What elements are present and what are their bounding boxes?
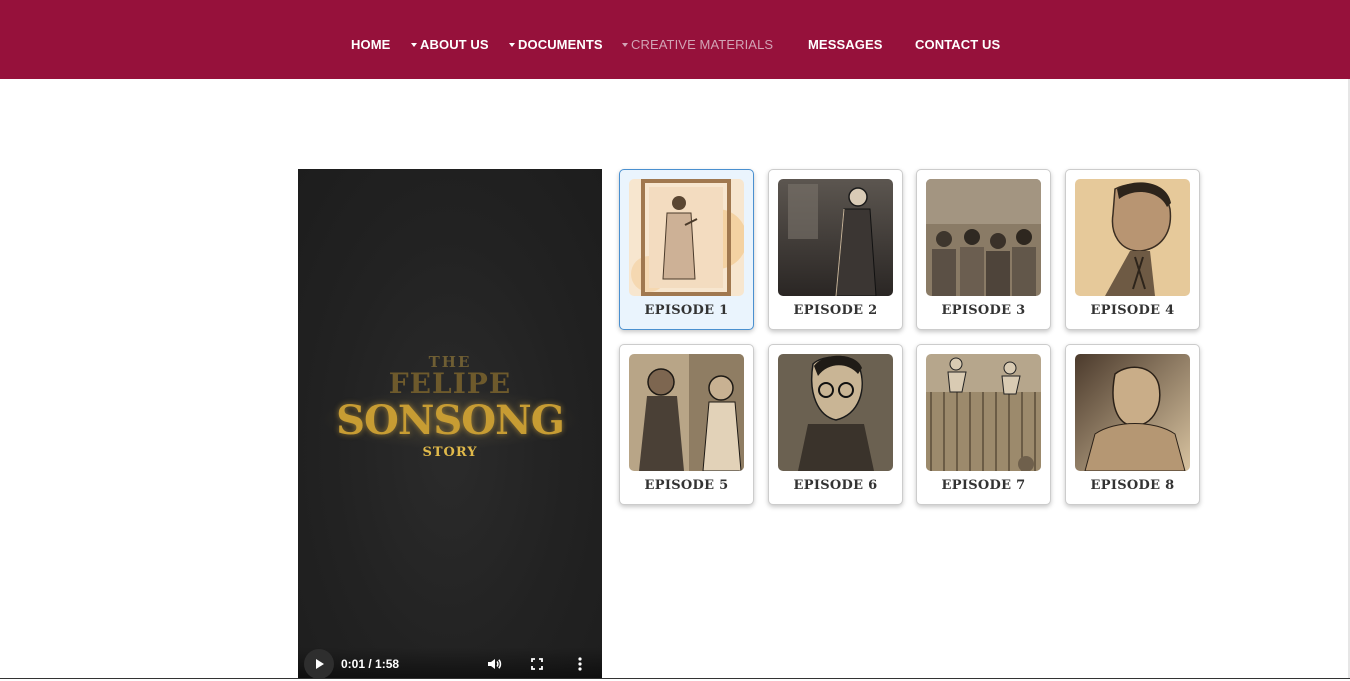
nav-creative-materials[interactable]: CREATIVE MATERIALS bbox=[622, 37, 773, 52]
play-button[interactable] bbox=[304, 649, 334, 679]
episode-label-7: EPISODE 7 bbox=[941, 478, 1026, 493]
episode-label-3: EPISODE 3 bbox=[941, 303, 1026, 318]
video-title-story: STORY bbox=[422, 445, 478, 460]
video-title-sonsong: SONSONG bbox=[336, 397, 565, 444]
nav-about-us[interactable]: ABOUT US bbox=[411, 37, 489, 52]
volume-icon[interactable] bbox=[486, 656, 502, 672]
nav-contact-us-label: CONTACT US bbox=[915, 37, 1001, 52]
episode-thumbnail-7 bbox=[926, 354, 1041, 471]
nav-messages[interactable]: MESSAGES bbox=[808, 37, 882, 52]
episode-label-2: EPISODE 2 bbox=[793, 303, 878, 318]
episode-card-4[interactable]: EPISODE 4 bbox=[1065, 169, 1200, 330]
episode-label-1: EPISODE 1 bbox=[644, 303, 729, 318]
episode-label-8: EPISODE 8 bbox=[1090, 478, 1175, 493]
episode-thumbnail-3 bbox=[926, 179, 1041, 296]
caret-down-icon bbox=[622, 43, 628, 47]
nav-home-label: HOME bbox=[351, 37, 391, 52]
video-title-felipe: FELIPE bbox=[388, 367, 512, 400]
episode-card-7[interactable]: EPISODE 7 bbox=[916, 344, 1051, 505]
episode-card-6[interactable]: EPISODE 6 bbox=[768, 344, 903, 505]
video-time: 0:01 / 1:58 bbox=[341, 657, 400, 671]
video-title-art: THE FELIPE SONSONG STORY bbox=[298, 349, 602, 479]
play-icon bbox=[316, 659, 324, 669]
video-controls: 0:01 / 1:58 bbox=[298, 647, 602, 681]
episode-thumbnail-6 bbox=[778, 354, 893, 471]
caret-down-icon bbox=[509, 43, 515, 47]
nav-about-us-label: ABOUT US bbox=[420, 37, 489, 52]
episode-label-6: EPISODE 6 bbox=[793, 478, 878, 493]
episode-card-1[interactable]: EPISODE 1 bbox=[619, 169, 754, 330]
episode-thumbnail-1 bbox=[629, 179, 744, 296]
nav-documents[interactable]: DOCUMENTS bbox=[509, 37, 603, 52]
more-options-icon[interactable] bbox=[572, 656, 588, 672]
nav-contact-us[interactable]: CONTACT US bbox=[915, 37, 1000, 52]
episode-label-4: EPISODE 4 bbox=[1090, 303, 1175, 318]
episode-card-2[interactable]: EPISODE 2 bbox=[768, 169, 903, 330]
episode-thumbnail-4 bbox=[1075, 179, 1190, 296]
episode-card-5[interactable]: EPISODE 5 bbox=[619, 344, 754, 505]
episode-label-5: EPISODE 5 bbox=[644, 478, 729, 493]
episode-card-3[interactable]: EPISODE 3 bbox=[916, 169, 1051, 330]
nav-documents-label: DOCUMENTS bbox=[518, 37, 603, 52]
episode-thumbnail-2 bbox=[778, 179, 893, 296]
fullscreen-icon[interactable] bbox=[529, 656, 545, 672]
caret-down-icon bbox=[411, 43, 417, 47]
nav-messages-label: MESSAGES bbox=[808, 37, 883, 52]
nav-home[interactable]: HOME bbox=[351, 37, 390, 52]
episode-thumbnail-8 bbox=[1075, 354, 1190, 471]
top-navbar: HOME ABOUT US DOCUMENTS CREATIVE MATERIA… bbox=[0, 0, 1350, 79]
episode-card-8[interactable]: EPISODE 8 bbox=[1065, 344, 1200, 505]
video-player[interactable]: THE FELIPE SONSONG STORY 0:01 / 1:58 bbox=[298, 169, 602, 681]
nav-creative-materials-label: CREATIVE MATERIALS bbox=[631, 37, 774, 52]
episode-thumbnail-5 bbox=[629, 354, 744, 471]
